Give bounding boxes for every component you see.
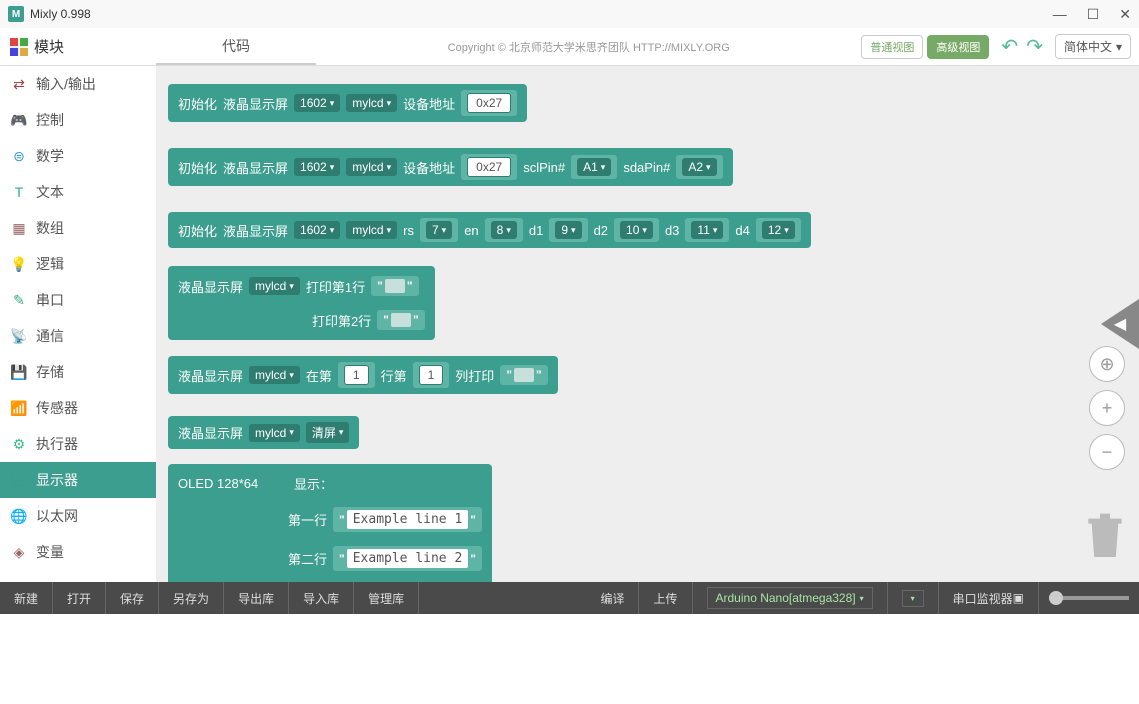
category-icon: 💾 (10, 363, 28, 381)
category-label: 文本 (36, 182, 64, 202)
app-icon: M (8, 6, 24, 22)
category-label: 串口 (36, 290, 64, 310)
category-通信[interactable]: 📡 通信 (0, 318, 156, 354)
titlebar: M Mixly 0.998 — ☐ ✕ (0, 0, 1139, 28)
category-icon: ◈ (10, 543, 28, 561)
language-select[interactable]: 简体中文▾ (1055, 34, 1131, 59)
save-button[interactable]: 保存 (106, 582, 159, 614)
undo-button[interactable]: ↶ (1001, 34, 1018, 59)
redo-button[interactable]: ↷ (1026, 34, 1043, 59)
collapse-panel-button[interactable]: ◀ (1101, 299, 1139, 349)
category-icon: 📡 (10, 327, 28, 345)
zoom-out-button[interactable]: − (1089, 434, 1125, 470)
block-lcd-init-parallel[interactable]: 初始化液晶显示屏 1602 mylcd rs7 en8 d19 d210 d31… (168, 212, 811, 248)
category-icon: ⊜ (10, 147, 28, 165)
toolbar: 模块 代码 Copyright © 北京师范大学米思齐团队 HTTP://MIX… (0, 28, 1139, 66)
target-icon[interactable]: ⊕ (1089, 346, 1125, 382)
category-文本[interactable]: T 文本 (0, 174, 156, 210)
close-button[interactable]: ✕ (1119, 6, 1131, 23)
block-lcd-print-at[interactable]: 液晶显示屏 mylcd 在第 1 行第 1 列打印 "" (168, 356, 558, 394)
category-label: 传感器 (36, 398, 78, 418)
category-icon: 💡 (10, 255, 28, 273)
category-输入/输出[interactable]: ⇄ 输入/输出 (0, 66, 156, 102)
normal-view-button[interactable]: 普通视图 (861, 35, 923, 59)
category-label: 变量 (36, 542, 64, 562)
category-数学[interactable]: ⊜ 数学 (0, 138, 156, 174)
category-串口[interactable]: ✎ 串口 (0, 282, 156, 318)
maximize-button[interactable]: ☐ (1087, 6, 1100, 23)
workspace[interactable]: 初始化液晶显示屏 1602 mylcd 设备地址 0x27 初始化液晶显示屏 1… (156, 66, 1139, 582)
window-title: Mixly 0.998 (30, 7, 91, 21)
category-label: 数学 (36, 146, 64, 166)
upload-button[interactable]: 上传 (639, 582, 692, 614)
category-label: 通信 (36, 326, 64, 346)
new-button[interactable]: 新建 (0, 582, 53, 614)
open-button[interactable]: 打开 (53, 582, 106, 614)
export-button[interactable]: 导出库 (224, 582, 289, 614)
bottom-bar: 新建 打开 保存 另存为 导出库 导入库 管理库 编译 上传 Arduino N… (0, 582, 1139, 614)
copyright-text: Copyright © 北京师范大学米思齐团队 HTTP://MIXLY.ORG (316, 39, 861, 55)
manage-button[interactable]: 管理库 (354, 582, 419, 614)
category-label: 存储 (36, 362, 64, 382)
addr-value[interactable]: 0x27 (467, 93, 511, 113)
category-label: 输入/输出 (36, 74, 96, 94)
tab-code[interactable]: 代码 (156, 28, 316, 65)
category-icon: 🖥 (10, 471, 28, 489)
category-逻辑[interactable]: 💡 逻辑 (0, 246, 156, 282)
lcd-type-dropdown[interactable]: 1602 (294, 94, 340, 112)
block-lcd-clear[interactable]: 液晶显示屏 mylcd 清屏 (168, 416, 359, 449)
category-icon: 🌐 (10, 507, 28, 525)
compile-button[interactable]: 编译 (586, 582, 639, 614)
trash-icon[interactable] (1085, 512, 1125, 562)
category-icon: 🎮 (10, 111, 28, 129)
board-select[interactable]: Arduino Nano[atmega328] (693, 582, 888, 614)
saveas-button[interactable]: 另存为 (159, 582, 224, 614)
category-控制[interactable]: 🎮 控制 (0, 102, 156, 138)
category-sidebar: ⇄ 输入/输出 🎮 控制 ⊜ 数学 T 文本 ▦ 数组 💡 逻辑 ✎ 串口 📡 通信 💾 存储 📶 传感器 ⚙ 执行器 🖥 显… (0, 66, 156, 582)
category-icon: ⇄ (10, 75, 28, 93)
minimize-button[interactable]: — (1053, 6, 1067, 23)
block-lcd-print-lines[interactable]: 液晶显示屏 mylcd 打印第1行 "" 打印第2行 "" (168, 266, 435, 340)
port-select[interactable] (888, 582, 939, 614)
category-label: 控制 (36, 110, 64, 130)
lcd-name-dropdown[interactable]: mylcd (346, 94, 397, 112)
zoom-slider[interactable] (1049, 596, 1129, 600)
category-传感器[interactable]: 📶 传感器 (0, 390, 156, 426)
block-lcd-init-i2c-pins[interactable]: 初始化液晶显示屏 1602 mylcd 设备地址 0x27 sclPin# A1… (168, 148, 733, 186)
import-button[interactable]: 导入库 (289, 582, 354, 614)
block-oled-display[interactable]: OLED 128*64显示： 第一行 "Example line 1" 第二行 … (168, 464, 492, 582)
zoom-in-button[interactable]: + (1089, 390, 1125, 426)
window-controls: — ☐ ✕ (1053, 6, 1131, 23)
category-执行器[interactable]: ⚙ 执行器 (0, 426, 156, 462)
category-数组[interactable]: ▦ 数组 (0, 210, 156, 246)
category-以太网[interactable]: 🌐 以太网 (0, 498, 156, 534)
category-icon: ⚙ (10, 435, 28, 453)
block-lcd-init-i2c[interactable]: 初始化液晶显示屏 1602 mylcd 设备地址 0x27 (168, 84, 527, 122)
category-存储[interactable]: 💾 存储 (0, 354, 156, 390)
chip-icon: ▣ (1013, 591, 1024, 605)
category-icon: ▦ (10, 219, 28, 237)
puzzle-icon (10, 38, 28, 56)
category-label: 逻辑 (36, 254, 64, 274)
category-icon: T (10, 183, 28, 201)
advanced-view-button[interactable]: 高级视图 (927, 35, 989, 59)
category-label: 执行器 (36, 434, 78, 454)
serial-monitor-button[interactable]: 串口监视器 ▣ (939, 582, 1039, 614)
category-icon: ✎ (10, 291, 28, 309)
category-变量[interactable]: ◈ 变量 (0, 534, 156, 570)
category-label: 显示器 (36, 470, 78, 490)
category-label: 以太网 (36, 506, 78, 526)
category-label: 数组 (36, 218, 64, 238)
modules-label: 模块 (0, 36, 156, 57)
category-icon: 📶 (10, 399, 28, 417)
category-显示器[interactable]: 🖥 显示器 (0, 462, 156, 498)
